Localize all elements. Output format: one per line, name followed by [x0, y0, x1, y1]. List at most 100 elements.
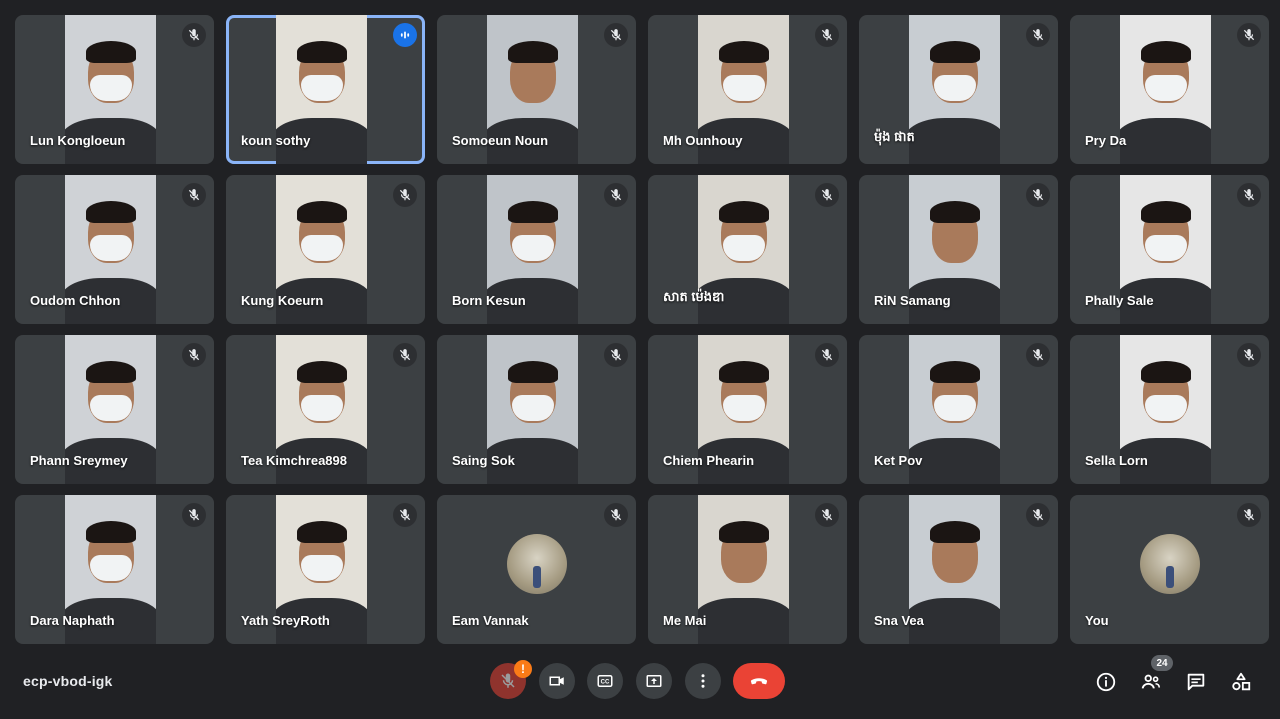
people-button[interactable] [1138, 669, 1164, 695]
participant-name: Me Mai [663, 613, 707, 628]
participant-name: Oudom Chhon [30, 293, 121, 308]
participant-tile[interactable]: Tea Kimchrea898 [226, 335, 425, 484]
participant-name: Chiem Phearin [663, 453, 755, 468]
participant-video [697, 495, 790, 644]
participant-name: Born Kesun [452, 293, 526, 308]
mic-off-icon [1026, 343, 1050, 367]
participant-name: Dara Naphath [30, 613, 115, 628]
camera-toggle-button[interactable] [539, 663, 575, 699]
participant-name: Sna Vea [874, 613, 924, 628]
participant-name: Tea Kimchrea898 [241, 453, 347, 468]
mic-off-icon [1026, 503, 1050, 527]
mic-off-icon [393, 503, 417, 527]
participant-tile[interactable]: Mh Ounhouy [648, 15, 847, 164]
mic-off-icon [1237, 183, 1261, 207]
activities-icon [1232, 672, 1251, 691]
participant-video [1119, 15, 1212, 164]
mic-off-icon [182, 183, 206, 207]
participant-tile[interactable]: Born Kesun [437, 175, 636, 324]
participant-tile[interactable]: Sna Vea [859, 495, 1058, 644]
mic-off-icon [501, 673, 515, 688]
mic-off-icon [815, 343, 839, 367]
speaking-indicator-icon [393, 23, 417, 47]
closed-caption-icon: CC [597, 675, 613, 687]
chat-icon [1187, 673, 1205, 691]
svg-text:CC: CC [601, 680, 610, 686]
mic-off-icon [1026, 23, 1050, 47]
participant-name: Pry Da [1085, 133, 1127, 148]
mic-off-icon [604, 23, 628, 47]
mic-off-icon [815, 183, 839, 207]
participant-name: Kung Koeurn [241, 293, 324, 308]
present-screen-icon [646, 675, 662, 687]
people-icon [1141, 674, 1161, 689]
end-call-button[interactable] [733, 663, 785, 699]
participant-name: Lun Kongloeun [30, 133, 126, 148]
present-button[interactable] [636, 663, 672, 699]
participant-tile[interactable]: Eam Vannak [437, 495, 636, 644]
mic-off-icon [604, 343, 628, 367]
participant-name: koun sothy [241, 133, 311, 148]
captions-button[interactable]: CC [587, 663, 623, 699]
participant-tile[interactable]: Dara Naphath [15, 495, 214, 644]
participant-name: សាត ម៉េងឌា [663, 289, 725, 304]
mic-off-icon [604, 183, 628, 207]
participant-tile[interactable]: Kung Koeurn [226, 175, 425, 324]
participant-name: Phann Sreymey [30, 453, 128, 468]
participant-tile[interactable]: Phally Sale [1070, 175, 1269, 324]
participant-name: ម៉ុង ផាត [874, 129, 915, 144]
participant-tile[interactable]: Sella Lorn [1070, 335, 1269, 484]
mic-off-icon [393, 183, 417, 207]
participant-tile[interactable]: ម៉ុង ផាត [859, 15, 1058, 164]
mic-off-icon [1237, 343, 1261, 367]
mic-off-icon [815, 23, 839, 47]
mic-off-icon [393, 343, 417, 367]
participant-grid: Lun Kongloeun koun sothy Somoeun Noun Mh Ou… [15, 15, 1269, 644]
participant-avatar [506, 533, 567, 594]
participant-tile[interactable]: សាត ម៉េងឌា [648, 175, 847, 324]
mic-off-icon [604, 503, 628, 527]
participant-tile[interactable]: RiN Samang [859, 175, 1058, 324]
mic-off-icon [1237, 503, 1261, 527]
info-icon [1096, 672, 1116, 692]
participant-tile[interactable]: Phann Sreymey [15, 335, 214, 484]
participant-video [908, 335, 1001, 484]
mic-off-icon [1237, 23, 1261, 47]
participant-tile[interactable]: Saing Sok [437, 335, 636, 484]
participant-name: Phally Sale [1085, 293, 1154, 308]
participant-tile[interactable]: Oudom Chhon [15, 175, 214, 324]
participant-name: Yath SreyRoth [241, 613, 330, 628]
participant-tile[interactable]: Somoeun Noun [437, 15, 636, 164]
participant-name: Saing Sok [452, 453, 515, 468]
participant-name: Somoeun Noun [452, 133, 549, 148]
call-end-icon [750, 678, 768, 685]
videocam-icon [549, 676, 564, 686]
chat-button[interactable] [1183, 669, 1209, 695]
more-options-button[interactable] [685, 663, 721, 699]
participant-name: Ket Pov [874, 453, 923, 468]
participant-video [908, 15, 1001, 164]
participant-name: Eam Vannak [452, 613, 529, 628]
participant-tile[interactable]: Yath SreyRoth [226, 495, 425, 644]
participant-name: Mh Ounhouy [663, 133, 743, 148]
participant-tile[interactable]: Pry Da [1070, 15, 1269, 164]
mic-off-icon [182, 343, 206, 367]
participant-name: RiN Samang [874, 293, 951, 308]
mic-off-icon [182, 503, 206, 527]
meeting-info-button[interactable] [1093, 669, 1119, 695]
participant-tile[interactable]: Lun Kongloeun [15, 15, 214, 164]
participant-tile[interactable]: You [1070, 495, 1269, 644]
participant-tile[interactable]: koun sothy [226, 15, 425, 164]
participant-name: You [1085, 613, 1109, 628]
activities-button[interactable] [1228, 669, 1254, 695]
participant-tile[interactable]: Ket Pov [859, 335, 1058, 484]
mic-off-icon [182, 23, 206, 47]
mic-warning-badge[interactable]: ! [514, 660, 532, 678]
participant-tile[interactable]: Me Mai [648, 495, 847, 644]
mic-off-icon [1026, 183, 1050, 207]
participant-avatar [1139, 533, 1200, 594]
more-vert-icon [701, 674, 705, 688]
participant-count-badge: 24 [1151, 655, 1173, 671]
participant-tile[interactable]: Chiem Phearin [648, 335, 847, 484]
mic-off-icon [815, 503, 839, 527]
